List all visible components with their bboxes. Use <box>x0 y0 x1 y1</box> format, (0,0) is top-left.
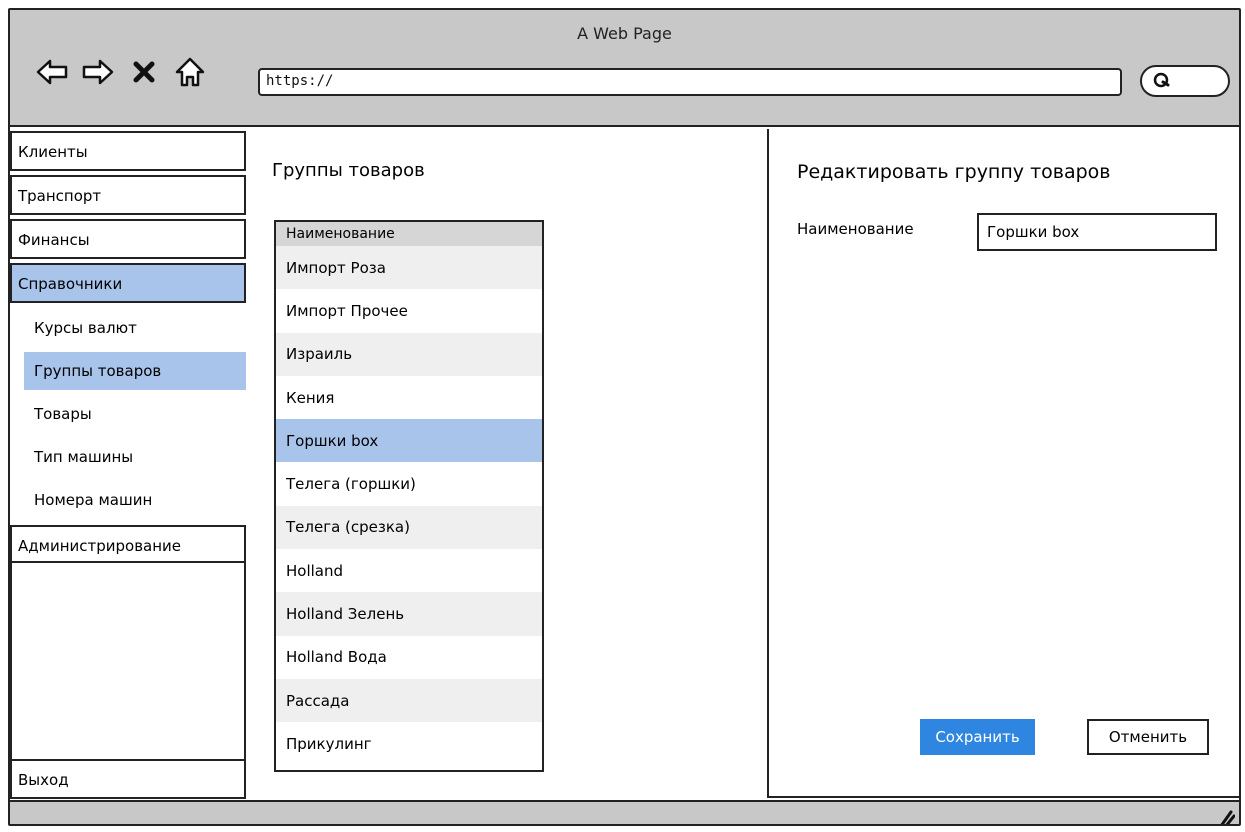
list-item[interactable]: Телега (горшки) <box>276 462 542 505</box>
sidebar-subitem-vehicle-type[interactable]: Тип машины <box>24 438 246 476</box>
sidebar: Клиенты Транспорт Финансы Справочники Ку… <box>10 127 250 800</box>
cancel-button[interactable]: Отменить <box>1087 719 1209 755</box>
list-item[interactable]: Holland Зелень <box>276 592 542 636</box>
page-title: Группы товаров <box>272 160 425 181</box>
sidebar-item-finance[interactable]: Финансы <box>10 219 246 259</box>
list-item[interactable]: Прикулинг <box>276 722 542 765</box>
list-item[interactable]: Holland Вода <box>276 636 542 679</box>
sidebar-subitem-products[interactable]: Товары <box>24 395 246 433</box>
sidebar-item-references[interactable]: Справочники <box>10 263 246 303</box>
sidebar-item-transport[interactable]: Транспорт <box>10 175 246 215</box>
status-bar <box>10 800 1239 826</box>
list-item[interactable]: Рассада <box>276 678 542 723</box>
product-group-list: Наименование Импорт Роза Импорт Прочее И… <box>274 220 544 772</box>
name-field-label: Наименование <box>797 220 914 238</box>
browser-chrome: A Web Page https:// <box>10 10 1239 127</box>
save-button[interactable]: Сохранить <box>920 719 1035 755</box>
window-title: A Web Page <box>577 24 672 43</box>
list-item-selected[interactable]: Горшки box <box>276 419 542 463</box>
url-input[interactable]: https:// <box>258 68 1122 96</box>
sidebar-item-administration[interactable]: Администрирование <box>10 525 246 563</box>
close-x-icon[interactable] <box>126 54 162 90</box>
sidebar-item-exit[interactable]: Выход <box>10 759 246 799</box>
edit-panel-title: Редактировать группу товаров <box>797 161 1111 183</box>
browser-window: A Web Page https:// Клиенты Транспорт Фи… <box>8 8 1241 826</box>
sidebar-subitem-product-groups[interactable]: Группы товаров <box>24 352 246 390</box>
list-item[interactable]: Кения <box>276 376 542 419</box>
sidebar-subitem-vehicle-numbers[interactable]: Номера машин <box>24 481 246 519</box>
name-input[interactable] <box>977 213 1217 251</box>
forward-arrow-icon[interactable] <box>80 54 116 90</box>
edit-panel: Редактировать группу товаров Наименовани… <box>767 129 1239 798</box>
list-item[interactable]: Импорт Прочее <box>276 289 542 332</box>
list-item[interactable]: Импорт Роза <box>276 246 542 290</box>
search-button[interactable] <box>1140 65 1230 97</box>
list-item[interactable]: Телега (срезка) <box>276 505 542 550</box>
home-icon[interactable] <box>172 54 208 90</box>
resize-grip-icon[interactable] <box>1213 806 1235 826</box>
back-arrow-icon[interactable] <box>34 54 70 90</box>
sidebar-subitem-currency-rates[interactable]: Курсы валют <box>24 309 246 347</box>
nav-buttons <box>34 54 208 90</box>
list-column-header: Наименование <box>276 222 542 246</box>
sidebar-empty-area <box>10 561 246 761</box>
search-icon <box>1153 72 1170 88</box>
sidebar-item-clients[interactable]: Клиенты <box>10 131 246 171</box>
list-item[interactable]: Израиль <box>276 332 542 376</box>
list-item[interactable]: Holland <box>276 549 542 592</box>
